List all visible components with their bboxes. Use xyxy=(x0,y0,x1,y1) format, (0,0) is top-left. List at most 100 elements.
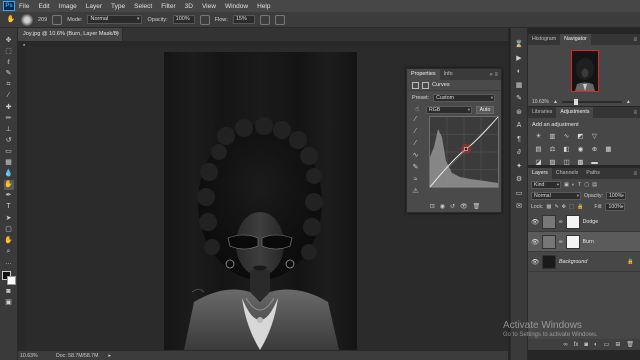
tab-info[interactable]: Info xyxy=(440,69,457,80)
layer-opacity-input[interactable]: 100% xyxy=(606,191,627,200)
history-panel-icon[interactable]: ⌛ xyxy=(514,40,524,50)
pencil-mode-icon[interactable]: ✎ xyxy=(411,163,420,172)
panel-collapse-icon[interactable]: » ≡ xyxy=(489,72,501,78)
delete-layer-icon[interactable]: 🗑 xyxy=(626,341,634,348)
lock-artboard-icon[interactable]: ⬚ xyxy=(569,204,574,210)
photo-filter-icon[interactable]: ◉ xyxy=(576,146,585,154)
menu-view[interactable]: View xyxy=(202,3,216,10)
adjustments-menu-icon[interactable]: ≡ xyxy=(633,110,640,116)
layer-name[interactable]: Burn xyxy=(583,239,594,245)
zoom-out-icon[interactable]: ▲ xyxy=(553,99,558,105)
zoom-slider[interactable] xyxy=(561,98,622,105)
layer-name[interactable]: Background xyxy=(559,259,587,265)
lasso-tool-icon[interactable]: ℓ xyxy=(4,58,14,68)
canvas-photo[interactable] xyxy=(164,52,357,350)
zoom-slider-knob[interactable] xyxy=(573,98,578,105)
status-arrow-icon[interactable]: ▸ xyxy=(108,353,111,359)
clone-stamp-tool-icon[interactable]: ⊥ xyxy=(4,125,14,135)
tool-presets-panel-icon[interactable]: ⚙ xyxy=(514,175,524,185)
menu-filter[interactable]: Filter xyxy=(161,3,175,10)
menu-edit[interactable]: Edit xyxy=(38,3,49,10)
reset-icon[interactable]: ↺ xyxy=(450,203,455,210)
type-tool-icon[interactable]: T xyxy=(4,202,14,212)
tab-paths[interactable]: Paths xyxy=(582,168,604,179)
channel-mixer-icon[interactable]: ⊕ xyxy=(590,146,599,154)
actions-panel-icon[interactable]: ▶ xyxy=(514,54,524,64)
lock-image-icon[interactable]: ✎ xyxy=(554,204,558,210)
quick-select-tool-icon[interactable]: ✎ xyxy=(4,69,14,79)
more-tools-icon[interactable]: … xyxy=(4,258,14,268)
styles-panel-icon[interactable]: ✦ xyxy=(514,162,524,172)
visibility-eye-icon[interactable]: 👁 xyxy=(531,218,539,226)
close-tab-icon[interactable]: × xyxy=(116,28,119,41)
black-white-icon[interactable]: ◧ xyxy=(562,146,571,154)
quick-mask-icon[interactable]: ◙ xyxy=(4,287,14,297)
new-group-icon[interactable]: ▭ xyxy=(604,341,610,348)
tab-libraries[interactable]: Libraries xyxy=(528,107,556,118)
add-style-icon[interactable]: fx xyxy=(574,342,579,348)
move-tool-icon[interactable]: ✥ xyxy=(4,36,14,46)
menu-layer[interactable]: Layer xyxy=(86,3,102,10)
posterize-icon[interactable]: ▨ xyxy=(548,159,557,167)
threshold-icon[interactable]: ◫ xyxy=(562,159,571,167)
brush-panel-icon[interactable]: ✎ xyxy=(514,94,524,104)
filter-type-icon[interactable]: T xyxy=(578,182,581,188)
auto-button[interactable]: Auto xyxy=(476,106,494,114)
menu-select[interactable]: Select xyxy=(134,3,152,10)
mode-select[interactable]: Normal xyxy=(87,15,143,24)
add-mask-icon[interactable]: ◙ xyxy=(584,342,588,348)
history-brush-tool-icon[interactable]: ↺ xyxy=(4,136,14,146)
clone-source-panel-icon[interactable]: ⊛ xyxy=(514,108,524,118)
gradient-map-icon[interactable]: ▬ xyxy=(590,159,599,167)
character-panel-icon[interactable]: A xyxy=(514,121,524,131)
burn-tool-icon[interactable]: ✋ xyxy=(6,15,16,25)
tab-properties[interactable]: Properties xyxy=(407,69,440,80)
curves-graph[interactable] xyxy=(429,116,499,188)
airbrush-icon[interactable] xyxy=(259,14,270,25)
brightness-contrast-icon[interactable]: ☀ xyxy=(534,133,543,141)
smooth-curve-icon[interactable]: ≈ xyxy=(411,175,420,184)
tab-channels[interactable]: Channels xyxy=(552,168,582,179)
blend-mode-select[interactable]: Normal xyxy=(531,191,581,200)
brush-preset-picker[interactable] xyxy=(21,13,33,26)
pressure-opacity-icon[interactable] xyxy=(199,14,210,25)
black-point-eyedropper-icon[interactable]: ⁄ xyxy=(411,115,420,124)
layer-row[interactable]: 👁 Background 🔒 xyxy=(528,252,640,272)
tab-navigator[interactable]: Navigator xyxy=(560,34,591,45)
brush-panel-icon[interactable] xyxy=(52,14,63,25)
levels-icon[interactable]: ▥ xyxy=(548,133,557,141)
layer-row[interactable]: 👁 ∞ Burn xyxy=(528,232,640,252)
new-adjustment-icon[interactable]: ◐ xyxy=(594,342,598,348)
clip-to-layer-icon[interactable]: ⊡ xyxy=(430,203,435,210)
menu-image[interactable]: Image xyxy=(59,3,77,10)
pen-tool-icon[interactable]: ✒ xyxy=(4,191,14,201)
color-swatches[interactable] xyxy=(1,270,16,285)
lock-all-icon[interactable]: 🔒 xyxy=(577,204,583,210)
selective-color-icon[interactable]: ▩ xyxy=(576,159,585,167)
fill-input[interactable]: 100% xyxy=(605,202,626,211)
screen-mode-icon[interactable]: ▣ xyxy=(4,298,14,308)
navigator-zoom-value[interactable]: 10.63% xyxy=(532,99,549,105)
pressure-size-icon[interactable] xyxy=(274,14,285,25)
filter-adjust-icon[interactable]: ◐ xyxy=(572,182,575,188)
color-panel-icon[interactable]: ◐ xyxy=(514,67,524,77)
filter-shape-icon[interactable]: ▢ xyxy=(584,182,589,188)
menu-3d[interactable]: 3D xyxy=(185,3,193,10)
flow-input[interactable]: 15% xyxy=(232,15,255,24)
layer-mask-thumbnail[interactable] xyxy=(565,214,580,229)
menu-help[interactable]: Help xyxy=(257,3,270,10)
invert-icon[interactable]: ◪ xyxy=(534,159,543,167)
navigator-preview[interactable] xyxy=(571,50,599,92)
preset-select[interactable]: Custom xyxy=(433,94,496,102)
white-point-eyedropper-icon[interactable]: ⁄ xyxy=(411,139,420,148)
marquee-tool-icon[interactable]: ⬚ xyxy=(4,47,14,57)
new-layer-icon[interactable]: ⊞ xyxy=(615,341,620,348)
swatches-panel-icon[interactable]: ▦ xyxy=(514,81,524,91)
glyphs-panel-icon[interactable]: ∂ xyxy=(514,148,524,158)
zoom-in-icon[interactable]: ▲ xyxy=(626,99,631,105)
paragraph-panel-icon[interactable]: ¶ xyxy=(514,135,524,145)
hue-saturation-icon[interactable]: ▤ xyxy=(534,146,543,154)
shape-tool-icon[interactable]: ▢ xyxy=(4,225,14,235)
gray-point-eyedropper-icon[interactable]: ⁄ xyxy=(411,127,420,136)
visibility-eye-icon[interactable]: 👁 xyxy=(531,238,539,246)
